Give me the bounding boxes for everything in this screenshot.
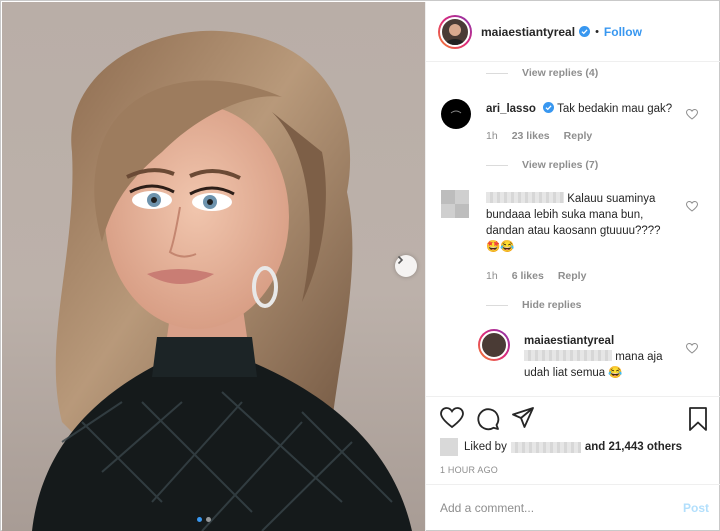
author-username[interactable]: maiaestiantyreal xyxy=(481,25,575,39)
avatar-image xyxy=(480,331,508,359)
next-photo-button[interactable] xyxy=(395,255,417,277)
comments-list: View replies (4) ari_lasso Tak bedakin m… xyxy=(426,63,720,396)
commenter-avatar[interactable] xyxy=(441,99,471,129)
commenter-avatar[interactable] xyxy=(441,190,469,218)
reply-emoji: 😂 xyxy=(608,367,623,379)
blurred-mention xyxy=(524,350,612,361)
comment-emoji: 🤩😂 xyxy=(486,241,515,253)
comment-likes[interactable]: 6 likes xyxy=(512,270,544,282)
comment-text-line1: Kalauu suaminya xyxy=(567,193,656,205)
follow-button[interactable]: Follow xyxy=(604,25,642,39)
heart-icon[interactable] xyxy=(686,343,698,354)
comment-text-line2: bundaaa lebih suka mana bun, xyxy=(486,209,644,221)
divider-line xyxy=(486,164,508,166)
carousel-dot xyxy=(197,517,202,522)
view-replies-button[interactable]: View replies (7) xyxy=(486,159,598,171)
comment-likes[interactable]: 23 likes xyxy=(512,130,550,142)
heart-icon[interactable] xyxy=(686,109,698,120)
post-timestamp[interactable]: 1 HOUR AGO xyxy=(440,465,498,475)
comment: Kalauu suaminya bundaaa lebih suka mana … xyxy=(486,191,686,255)
likes-count[interactable]: and 21,443 others xyxy=(585,441,682,453)
post-dialog: maiaestiantyreal • Follow View replies (… xyxy=(0,0,720,531)
hide-replies-button[interactable]: Hide replies xyxy=(486,299,582,311)
bookmark-icon[interactable] xyxy=(688,407,708,431)
post-photo[interactable] xyxy=(2,2,425,531)
author-avatar[interactable] xyxy=(438,14,472,49)
carousel-dots xyxy=(197,517,211,522)
divider-line xyxy=(486,304,508,306)
reply-comment: maiaestiantyreal mana aja udah liat semu… xyxy=(524,333,684,381)
likes-summary[interactable]: Liked by and 21,443 others xyxy=(440,438,682,456)
avatar-image xyxy=(440,16,470,47)
comment: ari_lasso Tak bedakin mau gak? xyxy=(486,101,672,117)
chevron-right-icon xyxy=(397,255,404,265)
post-header: maiaestiantyreal • Follow xyxy=(426,2,720,62)
blurred-liker xyxy=(510,441,581,453)
reply-username[interactable]: maiaestiantyreal xyxy=(524,335,614,347)
liker-avatar xyxy=(440,438,458,456)
comment-meta: 1h 23 likes Reply xyxy=(486,130,592,142)
hide-replies-label: Hide replies xyxy=(522,299,582,311)
view-replies-label: View replies (7) xyxy=(522,159,599,171)
view-replies-label: View replies (4) xyxy=(522,67,599,79)
reply-text-line1: mana aja xyxy=(615,351,663,363)
comment-time: 1h xyxy=(486,270,498,282)
blurred-username xyxy=(486,192,564,203)
divider-line xyxy=(486,72,508,74)
reply-avatar[interactable] xyxy=(478,329,510,361)
liked-by-label: Liked by xyxy=(464,441,507,453)
carousel-dot xyxy=(206,517,211,522)
verified-icon xyxy=(543,102,555,113)
comment-icon[interactable] xyxy=(476,407,500,431)
portrait-illustration xyxy=(32,30,412,531)
share-icon[interactable] xyxy=(512,407,534,429)
heart-icon[interactable] xyxy=(440,407,464,429)
view-replies-button[interactable]: View replies (4) xyxy=(486,67,598,79)
comment-time: 1h xyxy=(486,130,498,142)
comment-text-line3: dandan atau kaosann gtuuuu???? xyxy=(486,225,661,237)
reply-button[interactable]: Reply xyxy=(558,270,587,282)
reply-text-line2: udah liat semua xyxy=(524,367,606,379)
heart-icon[interactable] xyxy=(686,201,698,212)
post-side-panel: maiaestiantyreal • Follow View replies (… xyxy=(425,2,720,531)
reply-button[interactable]: Reply xyxy=(564,130,593,142)
comment-username[interactable]: ari_lasso xyxy=(486,103,536,115)
add-comment-bar: Post xyxy=(426,484,720,531)
post-actions: Liked by and 21,443 others 1 HOUR AGO xyxy=(426,396,720,484)
header-separator: • xyxy=(595,25,599,38)
comment-meta: 1h 6 likes Reply xyxy=(486,270,586,282)
comment-text: Tak bedakin mau gak? xyxy=(557,103,673,115)
comment-input[interactable] xyxy=(440,501,660,515)
post-comment-button[interactable]: Post xyxy=(683,501,709,515)
verified-icon xyxy=(579,26,591,37)
